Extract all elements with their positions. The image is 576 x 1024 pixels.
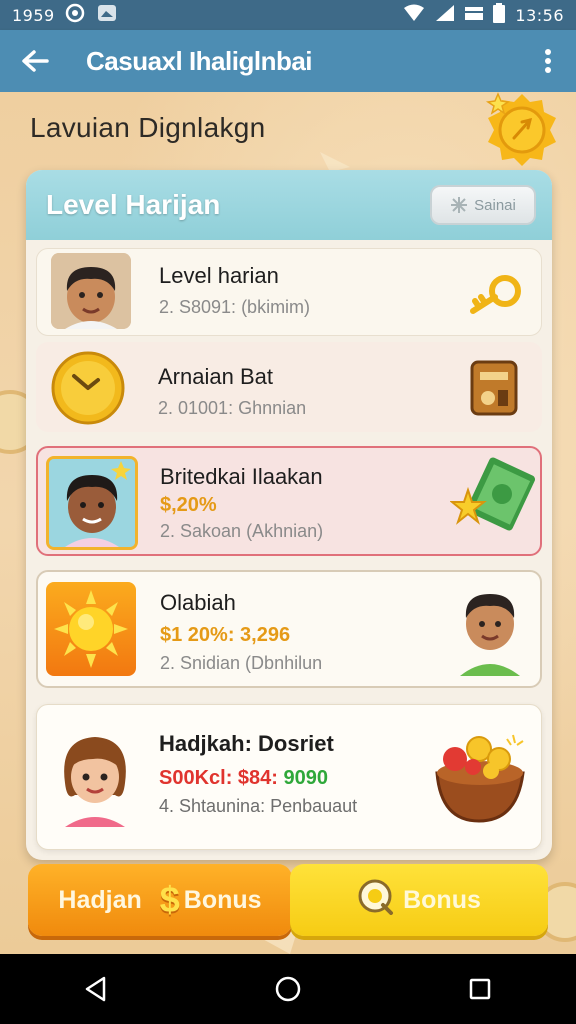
back-button[interactable] (0, 30, 70, 92)
status-time-left: 1959 (12, 5, 55, 25)
row-amount-green: 9090 (283, 767, 329, 789)
row-subtitle: 4. Shtaunina: Penbauaut (159, 796, 358, 816)
row-text: Britedkai Ilaakan $,20% 2. Sakoan (Akhni… (160, 464, 323, 542)
row-subtitle: 2. 01001: Ghnnian (158, 398, 307, 418)
row-subtitle: 2. Snidian (Dbnhilun (160, 653, 323, 673)
sun-icon (46, 582, 136, 676)
row-amount-red: S00Kcl: $84: (159, 767, 278, 789)
status-time-right: 13:56 (515, 5, 564, 25)
system-navigation-bar (0, 954, 576, 1024)
back-triangle-icon (85, 976, 106, 1002)
wifi-icon (403, 4, 425, 27)
treasure-bowl-icon (433, 729, 527, 830)
avatar-boy-waving (450, 582, 530, 681)
radio-box-icon (468, 358, 520, 423)
row-name: Level harian (159, 263, 279, 288)
row-subtitle: 2. Sakoan (Akhnian) (160, 521, 324, 541)
recents-square-icon (469, 978, 491, 1000)
level-panel: Level Harijan Sainai Level harian 2. S80… (26, 170, 552, 860)
battery-icon (493, 2, 506, 28)
sparkle-icon (451, 197, 468, 213)
arrow-left-icon (22, 50, 49, 72)
app-bar: Casuaxl Ihaliglnbai (0, 30, 576, 92)
notification-icon (65, 3, 85, 28)
avatar-kid (46, 456, 138, 550)
key-icon (467, 271, 523, 320)
row-text: Arnaian Bat 2. 01001: Ghnnian (158, 364, 306, 419)
data-icon (465, 5, 484, 26)
row-name: Britedkai Ilaakan (160, 464, 323, 489)
row-name: Arnaian Bat (158, 364, 273, 389)
row-text: Level harian 2. S8091: (bkimim) (159, 263, 310, 318)
panel-header: Level Harijan Sainai (26, 170, 552, 240)
nav-recents-button[interactable] (440, 954, 520, 1024)
status-bar: 1959 13:56 (0, 0, 576, 30)
panel-header-button-label: Sainai (474, 196, 516, 214)
image-notification-icon (97, 4, 117, 27)
nav-back-button[interactable] (56, 954, 136, 1024)
row-amounts: S00Kcl: $84: 9090 (159, 767, 357, 790)
coin-badge-icon[interactable] (484, 92, 560, 173)
list-item-olabiah[interactable]: Olabiah $1 20%: 3,296 2. Snidian (Dbnhil… (36, 570, 542, 688)
row-subtitle: 2. S8091: (bkimim) (159, 297, 311, 317)
more-vertical-icon (545, 49, 551, 73)
clock-coin-icon (50, 350, 126, 426)
chat-coin-icon (357, 879, 395, 922)
page-heading: Lavuian Dignlakgn (30, 112, 266, 143)
panel-title: Level Harijan (46, 189, 221, 220)
row-amount: $1 20%: 3,296 (160, 624, 291, 646)
row-name: Hadjkah: Dosriet (159, 731, 334, 756)
list-item-hadjkah[interactable]: Hadjkah: Dosriet S00Kcl: $84: 9090 4. Sh… (36, 704, 542, 850)
cash-star-icon (449, 454, 536, 541)
btn-left-label-b: Bonus (183, 885, 262, 914)
row-text: Olabiah $1 20%: 3,296 2. Snidian (Dbnhil… (160, 590, 322, 674)
row-amount: $,20% (160, 494, 217, 516)
avatar-boy (51, 253, 131, 329)
avatar-girl (53, 723, 137, 827)
app-title: Casuaxl Ihaliglnbai (86, 45, 313, 76)
list-item-level-harian[interactable]: Level harian 2. S8091: (bkimim) (36, 248, 542, 336)
signal-icon (435, 4, 455, 27)
row-name: Olabiah (160, 590, 236, 615)
more-options-button[interactable] (520, 30, 576, 92)
row-text: Hadjkah: Dosriet S00Kcl: $84: 9090 4. Sh… (159, 731, 357, 817)
btn-right-label: Bonus (403, 885, 481, 914)
panel-header-button[interactable]: Sainai (430, 185, 536, 225)
list-item-britedkai[interactable]: Britedkai Ilaakan $,20% 2. Sakoan (Akhni… (36, 446, 542, 556)
btn-left-label-a: Hadjan (58, 885, 142, 914)
bonus-button[interactable]: Bonus (290, 864, 548, 936)
nav-home-button[interactable] (248, 954, 328, 1024)
list-item-arnaian-bat[interactable]: Arnaian Bat 2. 01001: Ghnnian (36, 342, 542, 432)
hadjan-bonus-button[interactable]: Hadjan $ Bonus (28, 864, 292, 936)
dollar-icon: $ (159, 879, 180, 920)
home-circle-icon (275, 976, 301, 1002)
